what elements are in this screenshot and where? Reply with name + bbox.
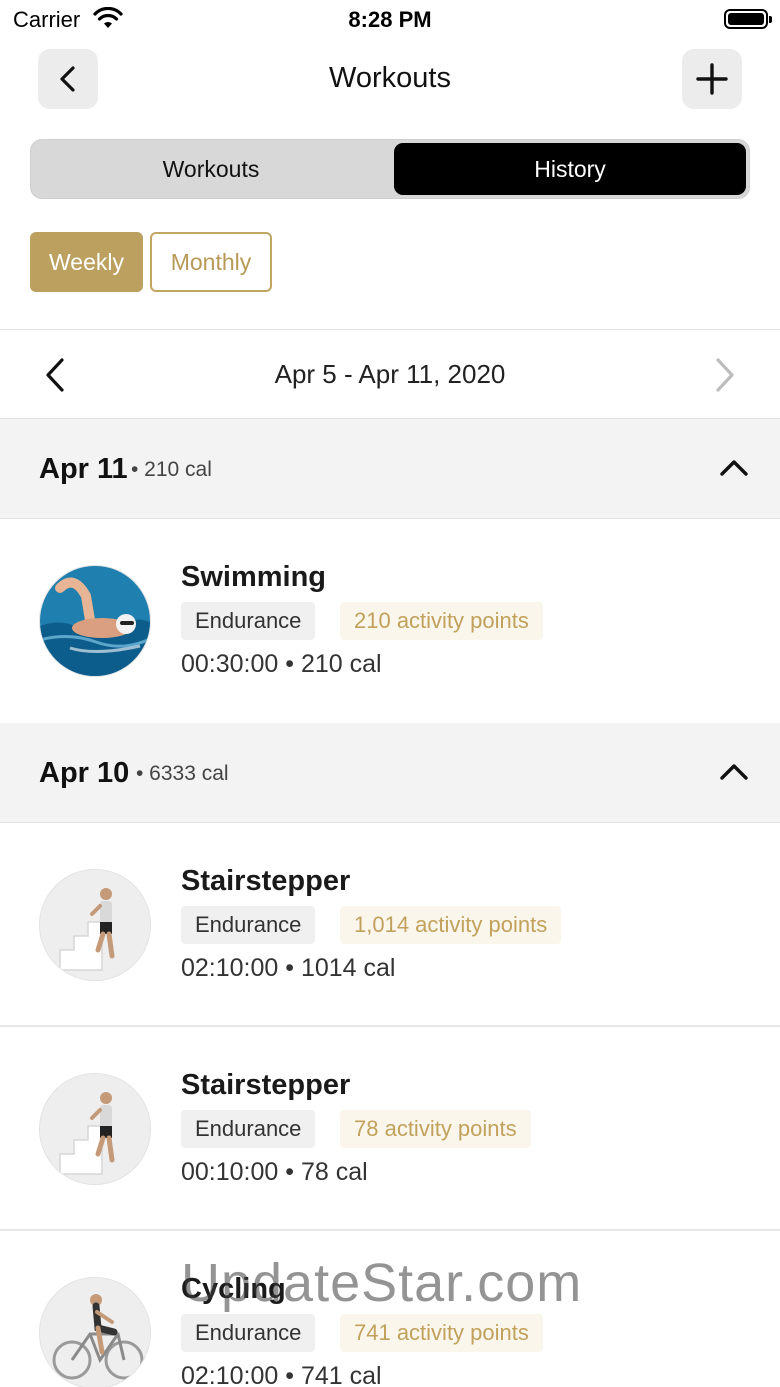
tab-history[interactable]: History (394, 143, 746, 195)
day-date: Apr 10 (39, 757, 130, 789)
workout-name: Stairstepper (181, 865, 351, 897)
plus-icon (696, 63, 728, 95)
workout-type-badge: Endurance (181, 906, 316, 944)
monthly-filter-button[interactable]: Monthly (150, 232, 272, 292)
day-calories: • 6333 cal (136, 762, 229, 785)
stairstepper-thumbnail (39, 869, 151, 981)
workout-stats: 02:10:00 • 1014 cal (181, 954, 396, 982)
stairstepper-thumbnail (39, 1073, 151, 1185)
activity-points-badge: 1,014 activity points (340, 906, 562, 944)
workout-stats: 02:10:00 • 741 cal (181, 1362, 382, 1387)
view-segmented-control: Workouts History (30, 139, 750, 199)
workout-name: Stairstepper (181, 1069, 351, 1101)
day-header[interactable]: Apr 11 • 210 cal (0, 419, 780, 519)
weekly-filter-button[interactable]: Weekly (30, 232, 143, 292)
page-title: Workouts (329, 62, 451, 94)
workout-type-badge: Endurance (181, 1110, 316, 1148)
activity-points-badge: 78 activity points (340, 1110, 531, 1148)
swimming-thumbnail (39, 565, 151, 677)
add-workout-button[interactable] (682, 49, 742, 109)
activity-points-badge: 210 activity points (340, 602, 543, 640)
divider (0, 329, 780, 330)
workout-stats: 00:30:00 • 210 cal (181, 650, 382, 678)
week-range-label: Apr 5 - Apr 11, 2020 (274, 359, 506, 389)
chevron-up-icon[interactable] (718, 455, 750, 479)
day-header[interactable]: Apr 10 • 6333 cal (0, 723, 780, 823)
workout-stats: 00:10:00 • 78 cal (181, 1158, 368, 1186)
workout-type-badge: Endurance (181, 602, 316, 640)
workout-row[interactable]: Swimming Endurance 210 activity points 0… (0, 519, 780, 723)
workout-type-badge: Endurance (181, 1314, 316, 1352)
workout-row[interactable]: Stairstepper Endurance 78 activity point… (0, 1027, 780, 1231)
battery-icon (724, 9, 772, 29)
workout-row[interactable]: Stairstepper Endurance 1,014 activity po… (0, 823, 780, 1027)
cycling-thumbnail (39, 1277, 151, 1387)
chevron-up-icon[interactable] (718, 759, 750, 783)
day-date: Apr 11 (39, 453, 128, 485)
day-calories: • 210 cal (131, 458, 212, 481)
clock: 8:28 PM (348, 7, 432, 32)
watermark: UpdateStar.com (181, 1253, 583, 1313)
next-week-button[interactable] (710, 355, 740, 395)
tab-workouts[interactable]: Workouts (31, 140, 391, 198)
activity-points-badge: 741 activity points (340, 1314, 543, 1352)
status-bar: Carrier 8:28 PM (0, 0, 780, 40)
workout-name: Swimming (181, 561, 327, 593)
